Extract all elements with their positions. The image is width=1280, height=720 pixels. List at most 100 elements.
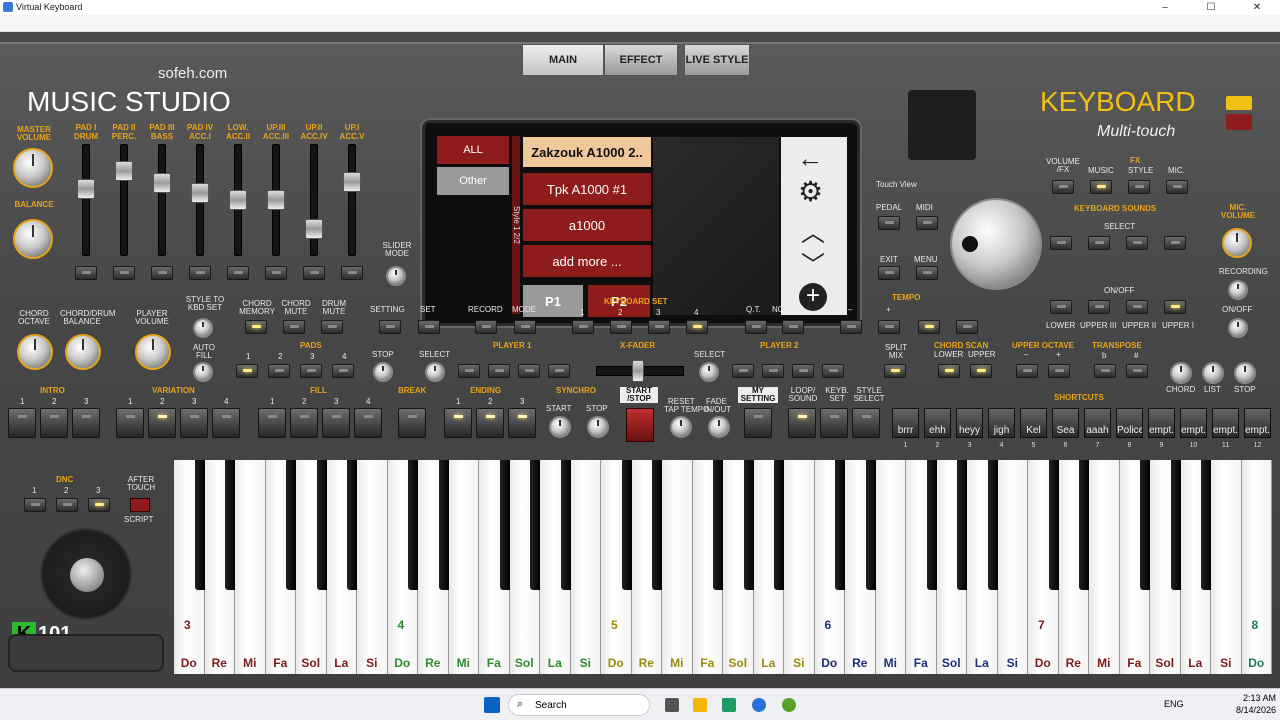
piano-white-key[interactable]: Mi (875, 460, 906, 674)
camera-button[interactable] (1226, 96, 1252, 110)
player2-transport-button[interactable] (792, 364, 814, 378)
pads-stop-knob[interactable] (373, 362, 393, 382)
volume-fx-button[interactable] (1052, 180, 1074, 194)
clock-time[interactable]: 2:13 AM (1232, 693, 1276, 703)
intro-button[interactable] (8, 408, 36, 438)
shortcut-button[interactable]: heyy (956, 408, 983, 438)
exit-button[interactable] (878, 266, 900, 280)
dnc-button[interactable] (24, 498, 46, 512)
channel-button[interactable] (189, 266, 211, 280)
normal-button[interactable] (782, 320, 804, 334)
shortcut-button[interactable]: ehh (924, 408, 951, 438)
search-box[interactable]: ⌕ Search (508, 694, 650, 716)
tab-main[interactable]: MAIN (522, 44, 604, 76)
piano-white-key[interactable]: Do (1241, 460, 1272, 674)
clock-date[interactable]: 8/14/2026 (1222, 705, 1276, 715)
master-volume-knob[interactable] (13, 148, 53, 188)
joystick[interactable] (40, 528, 132, 620)
player2-transport-button[interactable] (732, 364, 754, 378)
app-icon[interactable] (722, 698, 736, 712)
player1-select-knob[interactable] (425, 362, 445, 382)
file-explorer-icon[interactable] (693, 698, 707, 712)
upper-octave-minus-button[interactable] (1016, 364, 1038, 378)
piano-white-key[interactable]: Si (570, 460, 601, 674)
style-item[interactable]: Zakzouk A1000 2.. (523, 137, 651, 167)
reset-knob[interactable] (670, 416, 692, 438)
browser-icon[interactable] (752, 698, 766, 712)
gear-icon[interactable]: ⚙ (798, 175, 823, 208)
channel-button[interactable] (75, 266, 97, 280)
shortcut-button[interactable]: Police (1116, 408, 1143, 438)
filter-other[interactable]: Other (437, 167, 509, 195)
joystick-knob[interactable] (70, 558, 104, 592)
fade-knob[interactable] (708, 416, 730, 438)
piano-white-key[interactable]: Si (357, 460, 388, 674)
fader-handle[interactable] (191, 182, 209, 203)
player1-transport-button[interactable] (458, 364, 480, 378)
pitch-bend-bar[interactable] (8, 634, 164, 672)
chord-octave-knob[interactable] (17, 334, 53, 370)
minimize-button[interactable]: – (1142, 0, 1188, 15)
variation-button[interactable] (180, 408, 208, 438)
style-select-button[interactable] (852, 408, 880, 438)
piano-white-key[interactable]: Mi (662, 460, 693, 674)
tab-live-style[interactable]: LIVE STYLE (684, 44, 750, 76)
sound-onoff-button[interactable] (1050, 300, 1072, 314)
style-item[interactable]: add more ... (523, 245, 651, 277)
mic-onoff-knob[interactable] (1228, 318, 1248, 338)
ending-button[interactable] (444, 408, 472, 438)
piano-white-key[interactable]: Si (784, 460, 815, 674)
piano-white-key[interactable]: Mi (235, 460, 266, 674)
keyboard-set-button[interactable] (610, 320, 632, 334)
shortcut-button[interactable]: Kel (1020, 408, 1047, 438)
style-item[interactable]: Tpk A1000 #1 (523, 173, 651, 205)
midi-button[interactable] (916, 216, 938, 230)
intro-button[interactable] (72, 408, 100, 438)
after-touch-button[interactable] (130, 498, 150, 512)
sound-select-button[interactable] (1164, 236, 1186, 250)
chevron-up-icon[interactable]: ︿ (801, 213, 825, 248)
transpose-flat-button[interactable] (1094, 364, 1116, 378)
intro-button[interactable] (40, 408, 68, 438)
fader-handle[interactable] (305, 219, 323, 240)
sound-onoff-button[interactable] (1088, 300, 1110, 314)
jog-wheel[interactable] (950, 198, 1042, 290)
keyboard-set-button[interactable] (572, 320, 594, 334)
shortcut-button[interactable]: empt.. (1180, 408, 1207, 438)
fill-button[interactable] (258, 408, 286, 438)
player1-transport-button[interactable] (488, 364, 510, 378)
transpose-sharp-button[interactable] (1126, 364, 1148, 378)
fill-button[interactable] (354, 408, 382, 438)
tab-effect[interactable]: EFFECT (604, 44, 678, 76)
setting-button[interactable] (379, 320, 401, 334)
channel-button[interactable] (341, 266, 363, 280)
task-view-icon[interactable] (665, 698, 679, 712)
tempo-plus-button[interactable] (878, 320, 900, 334)
auto-fill-knob[interactable] (193, 362, 213, 382)
dnc-button[interactable] (56, 498, 78, 512)
chord-scan-upper-button[interactable] (970, 364, 992, 378)
shortcut-button[interactable]: aaah (1084, 408, 1111, 438)
player2-transport-button[interactable] (762, 364, 784, 378)
sound-select-button[interactable] (1050, 236, 1072, 250)
close-button[interactable]: ✕ (1234, 0, 1280, 15)
fader-handle[interactable] (229, 190, 247, 210)
chord-memory-button[interactable] (245, 320, 267, 334)
ending-button[interactable] (508, 408, 536, 438)
chord-knob[interactable] (1170, 362, 1192, 384)
player2-transport-button[interactable] (822, 364, 844, 378)
keyb-set-button[interactable] (820, 408, 848, 438)
synchro-start-knob[interactable] (549, 416, 571, 438)
piano-white-key[interactable]: Si (997, 460, 1028, 674)
shortcut-button[interactable]: jigh (988, 408, 1015, 438)
sound-select-button[interactable] (1088, 236, 1110, 250)
fx-mic-button[interactable] (1166, 180, 1188, 194)
player1-transport-button[interactable] (548, 364, 570, 378)
fader-handle[interactable] (267, 190, 285, 210)
pad-button[interactable] (236, 364, 258, 378)
piano-white-key[interactable]: Mi (448, 460, 479, 674)
keyboard-set-button[interactable] (686, 320, 708, 334)
fader-handle[interactable] (343, 171, 361, 192)
shortcut-button[interactable]: Sea (1052, 408, 1079, 438)
keyboard-app-icon[interactable] (782, 698, 796, 712)
